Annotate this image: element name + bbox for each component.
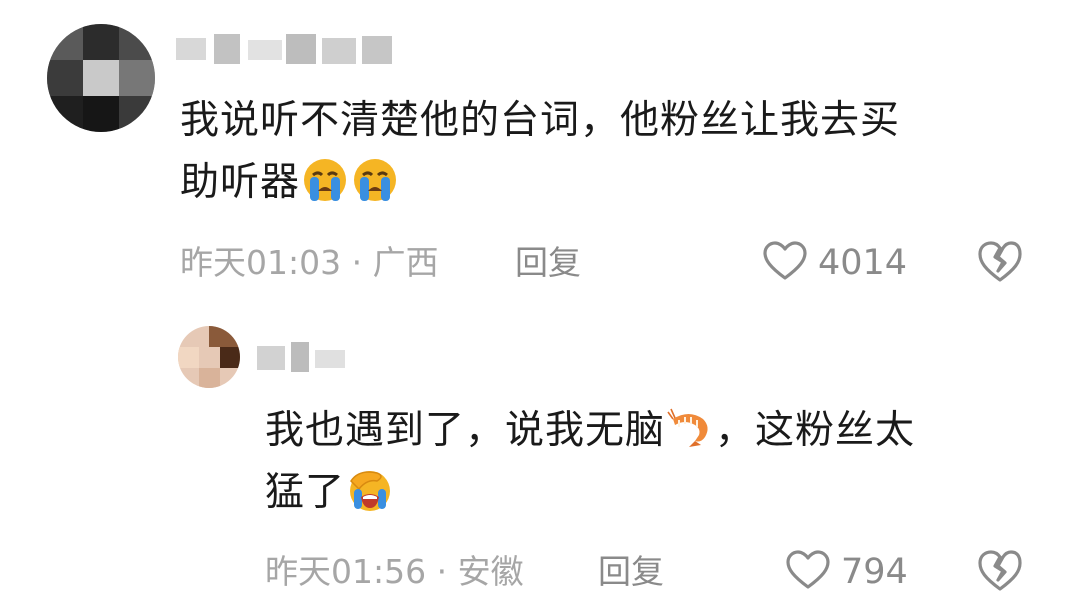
broken-heart-icon bbox=[976, 241, 1024, 288]
like-count: 4014 bbox=[818, 243, 908, 283]
username-blurred[interactable] bbox=[176, 30, 416, 70]
heart-icon bbox=[762, 240, 808, 286]
face-palm-crying-icon bbox=[347, 467, 393, 513]
comment-text: 我也遇到了，说我无脑 ，这粉丝太 猛了 bbox=[265, 400, 1045, 524]
comment-2: 我也遇到了，说我无脑 ，这粉丝太 猛了 昨天01:56 · 安徽 回复 794 bbox=[0, 318, 1080, 594]
avatar[interactable] bbox=[47, 24, 155, 132]
comment-text-line2: 助听器 bbox=[180, 160, 301, 205]
reply-button[interactable]: 回复 bbox=[598, 552, 664, 592]
comment-time-location: 昨天01:03 · 广西 bbox=[180, 243, 439, 282]
dislike-button[interactable] bbox=[976, 547, 1024, 597]
comment-text-line1: 我说听不清楚他的台词，他粉丝让我去买 bbox=[180, 98, 901, 143]
comment-text: 我说听不清楚他的台词，他粉丝让我去买 助听器 bbox=[180, 90, 1040, 214]
like-count: 794 bbox=[841, 552, 908, 592]
comment-time-location: 昨天01:56 · 安徽 bbox=[265, 552, 524, 591]
reply-button[interactable]: 回复 bbox=[515, 243, 581, 283]
comment-text-part2: ，这粉丝太 bbox=[715, 408, 916, 453]
loudly-crying-face-icon bbox=[352, 157, 398, 203]
dislike-button[interactable] bbox=[976, 238, 1024, 288]
like-button[interactable]: 794 bbox=[785, 549, 908, 595]
comment-1: 我说听不清楚他的台词，他粉丝让我去买 助听器 昨天01:03 · 广西 回复 4… bbox=[0, 0, 1080, 300]
like-button[interactable]: 4014 bbox=[762, 240, 907, 286]
comment-text-part1: 我也遇到了，说我无脑 bbox=[265, 408, 666, 453]
broken-heart-icon bbox=[976, 550, 1024, 597]
username-blurred[interactable] bbox=[257, 340, 352, 380]
loudly-crying-face-icon bbox=[302, 157, 348, 203]
avatar[interactable] bbox=[178, 326, 240, 388]
shrimp-icon bbox=[667, 405, 713, 451]
comment-text-line2: 猛了 bbox=[265, 470, 346, 515]
heart-icon bbox=[785, 549, 831, 595]
